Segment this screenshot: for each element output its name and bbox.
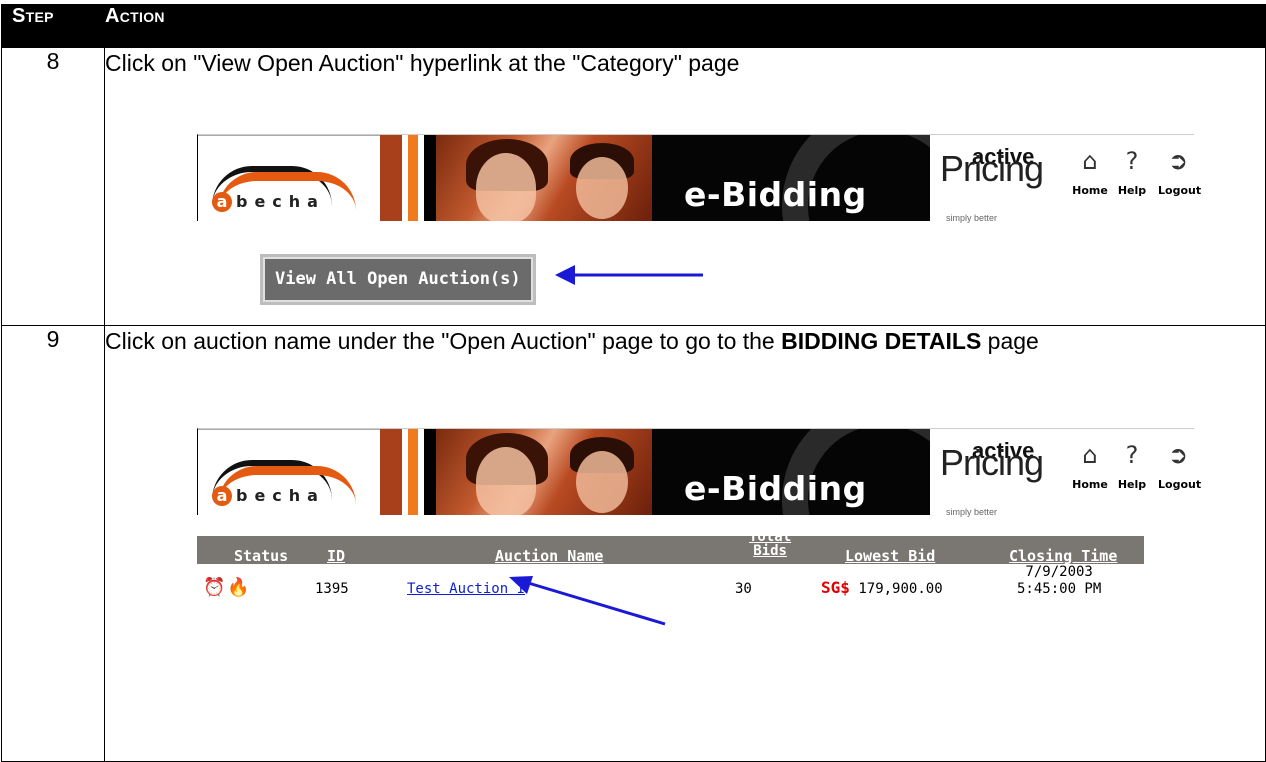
abecha-logo: a becha (198, 429, 380, 515)
hot-status-icon: 🔥 (227, 577, 250, 598)
col-total-bids[interactable]: Total Bids (749, 530, 791, 558)
auction-id: 1395 (315, 581, 349, 597)
banner-photo (436, 135, 652, 221)
banner-title: e-Bidding (684, 469, 867, 508)
steps-table: Step Action 8 Click on "View Open Auctio… (1, 4, 1266, 762)
col-lowest-bid[interactable]: Lowest Bid (845, 541, 935, 572)
auction-total-bids: 30 (735, 581, 752, 597)
home-link[interactable]: ⌂ Home (1070, 441, 1110, 500)
timer-status-icon: ⏰ (203, 577, 226, 598)
banner-title: e-Bidding (684, 175, 867, 214)
step-number: 8 (1, 47, 105, 326)
step-action: Click on auction name under the "Open Au… (104, 325, 1266, 762)
home-link[interactable]: ⌂ Home (1070, 147, 1110, 206)
auction-table-header: Status ID Auction Name Total Bids Lowest … (197, 530, 1144, 565)
abecha-logo: a becha (198, 135, 380, 221)
e-bidding-banner: a becha e-Bidding active Pricing simply … (197, 134, 1201, 223)
banner-photo (436, 429, 652, 515)
help-link[interactable]: ? Help (1112, 441, 1152, 500)
logout-icon: ➲ (1167, 147, 1189, 175)
home-icon: ⌂ (1082, 441, 1098, 469)
e-bidding-banner: a becha e-Bidding active Pricing simply … (197, 428, 1201, 517)
step-action: Click on "View Open Auction" hyperlink a… (104, 47, 1266, 326)
auction-lowest-bid: SG$ 179,900.00 (821, 578, 943, 597)
pointer-arrow (555, 265, 703, 285)
step-action-text: Click on auction name under the "Open Au… (105, 328, 1039, 354)
pointer-arrow (509, 576, 666, 626)
step-action-text: Click on "View Open Auction" hyperlink a… (105, 50, 740, 76)
step-number: 9 (1, 325, 105, 762)
header-action: Action (104, 4, 1266, 48)
col-id[interactable]: ID (327, 541, 345, 572)
document-page: Step Action 8 Click on "View Open Auctio… (0, 0, 1266, 762)
header-step: Step (1, 4, 105, 48)
logout-icon: ➲ (1167, 441, 1189, 469)
logout-link[interactable]: ➲ Logout (1158, 441, 1201, 500)
col-status: Status (234, 547, 289, 565)
home-icon: ⌂ (1082, 147, 1098, 175)
col-auction-name[interactable]: Auction Name (495, 541, 603, 572)
view-all-open-auctions-button[interactable]: View All Open Auction(s) (260, 254, 536, 305)
logout-link[interactable]: ➲ Logout (1158, 147, 1201, 206)
help-icon: ? (1125, 441, 1139, 469)
help-icon: ? (1125, 147, 1139, 175)
help-link[interactable]: ? Help (1112, 147, 1152, 206)
auction-closing-time: 7/9/2003 5:45:00 PM (1017, 564, 1102, 597)
